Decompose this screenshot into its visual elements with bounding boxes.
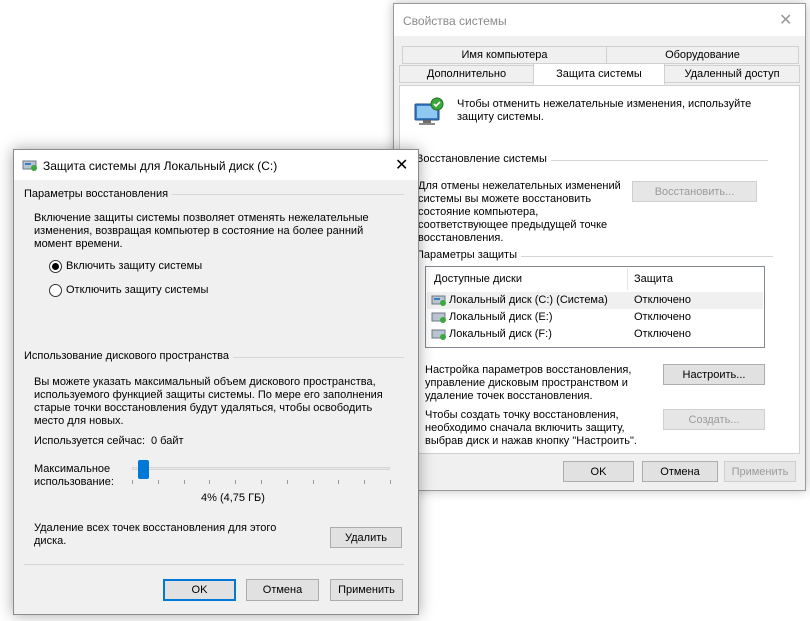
column-header-drives[interactable]: Доступные диски <box>434 273 522 285</box>
max-usage-label: Максимальное использование: <box>34 463 114 488</box>
configure-description: Настройка параметров восстановления, упр… <box>425 364 632 402</box>
drive-name: Локальный диск (F:) <box>449 328 552 340</box>
restore-button[interactable]: Восстановить... <box>632 181 757 202</box>
drive-name: Локальный диск (E:) <box>449 311 553 323</box>
title-bar[interactable]: Свойства системы ✕ <box>394 4 805 36</box>
cancel-button[interactable]: Отмена <box>246 579 319 601</box>
divider <box>24 564 404 565</box>
tab-remote[interactable]: Удаленный доступ <box>664 65 800 83</box>
disk-usage-description: Вы можете указать максимальный объем дис… <box>34 376 383 427</box>
create-button[interactable]: Создать... <box>663 409 765 430</box>
slider-tick <box>390 480 391 484</box>
window-title: Свойства системы <box>403 14 507 28</box>
intro-text: Чтобы отменить нежелательные изменения, … <box>457 98 752 123</box>
table-row[interactable]: Локальный диск (C:) (Система) Отключено <box>427 292 763 309</box>
radio-disable-label[interactable]: Отключить защиту системы <box>66 284 208 296</box>
restore-settings-description: Включение защиты системы позволяет отмен… <box>34 212 369 250</box>
tab-computer-name[interactable]: Имя компьютера <box>402 46 607 64</box>
configure-button[interactable]: Настроить... <box>663 364 765 385</box>
drive-protection: Отключено <box>634 294 691 306</box>
max-usage-slider-thumb[interactable] <box>138 460 150 479</box>
disk-usage-label: Использование дискового пространства <box>24 350 233 362</box>
apply-button[interactable]: Применить <box>724 461 796 482</box>
slider-tick <box>157 480 159 484</box>
restore-settings-label: Параметры восстановления <box>24 188 173 200</box>
system-protection-icon <box>414 97 444 125</box>
current-usage-label: Используется сейчас: <box>34 435 146 447</box>
ok-button[interactable]: OK <box>563 461 634 482</box>
current-usage-value: 0 байт <box>151 435 184 447</box>
slider-tick <box>364 480 366 484</box>
slider-tick <box>183 480 185 484</box>
slider-tick <box>261 480 262 484</box>
apply-button[interactable]: Применить <box>330 579 403 601</box>
tab-hardware[interactable]: Оборудование <box>606 46 799 64</box>
column-header-protection[interactable]: Защита <box>634 273 673 285</box>
max-usage-value: 4% (4,75 ГБ) <box>201 492 265 504</box>
tab-system-protection[interactable]: Защита системы <box>533 63 665 85</box>
cancel-button[interactable]: Отмена <box>642 461 718 482</box>
slider-tick <box>286 480 288 484</box>
window-title: Защита системы для Локальный диск (C:) <box>43 159 278 173</box>
system-protection-dialog: Защита системы для Локальный диск (C:) ✕… <box>13 149 419 615</box>
drive-list[interactable]: Доступные диски Защита Локальный диск (C… <box>425 266 765 348</box>
table-row[interactable]: Локальный диск (F:) Отключено <box>427 326 763 343</box>
table-row[interactable]: Локальный диск (E:) Отключено <box>427 309 763 326</box>
slider-tick <box>209 480 211 484</box>
title-bar[interactable]: Защита системы для Локальный диск (C:) ✕ <box>14 150 418 180</box>
protection-group-label: Параметры защиты <box>416 249 521 261</box>
radio-enable-protection[interactable] <box>49 260 62 273</box>
drive-icon <box>431 329 446 340</box>
radio-enable-label[interactable]: Включить защиту системы <box>66 260 202 272</box>
drive-icon <box>22 160 37 171</box>
restore-group-label: Восстановление системы <box>416 153 551 165</box>
slider-tick <box>132 480 133 484</box>
tab-panel: Чтобы отменить нежелательные изменения, … <box>399 85 800 454</box>
slider-tick <box>338 480 340 484</box>
slider-tick <box>235 480 237 484</box>
column-divider <box>627 268 628 290</box>
drive-protection: Отключено <box>634 311 691 323</box>
drive-name: Локальный диск (C:) (Система) <box>449 294 608 306</box>
restore-description: Для отмены нежелательных изменений систе… <box>418 180 621 244</box>
delete-description: Удаление всех точек восстановления для э… <box>34 522 277 547</box>
drive-icon <box>431 312 446 323</box>
drive-protection: Отключено <box>634 328 691 340</box>
max-usage-slider-track[interactable] <box>132 467 390 470</box>
delete-button[interactable]: Удалить <box>330 527 402 548</box>
slider-tick <box>312 480 314 484</box>
ok-button[interactable]: OK <box>163 579 236 601</box>
radio-disable-protection[interactable] <box>49 284 62 297</box>
dialog-body: Параметры восстановления Включение защит… <box>14 180 418 614</box>
tab-advanced[interactable]: Дополнительно <box>399 65 534 83</box>
close-icon[interactable]: ✕ <box>779 10 792 30</box>
close-icon[interactable]: ✕ <box>395 155 408 175</box>
create-description: Чтобы создать точку восстановления, необ… <box>425 409 637 447</box>
system-drive-icon <box>431 295 446 306</box>
system-properties-window: Свойства системы ✕ Имя компьютера Оборуд… <box>393 3 806 491</box>
